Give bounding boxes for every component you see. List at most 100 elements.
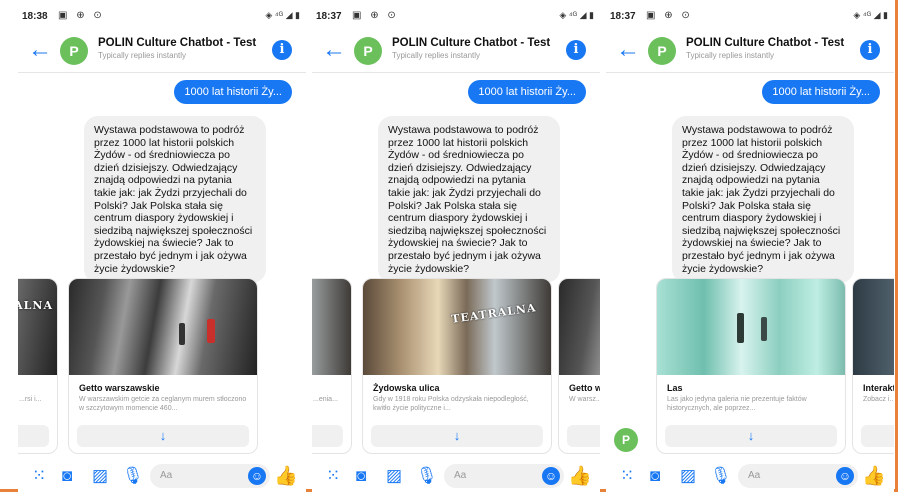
thumbs-up-icon[interactable]: 👍	[862, 464, 886, 488]
smiley-icon[interactable]: ☺	[248, 467, 266, 485]
carousel-card[interactable]: Getto w W warsz... stłoczo... ↓	[558, 278, 600, 454]
image-icon[interactable]: ▨	[386, 466, 402, 486]
message-input[interactable]: Aa ☺	[738, 464, 858, 488]
apps-icon[interactable]: ⁙	[326, 466, 340, 486]
bot-avatar[interactable]: P	[648, 37, 676, 65]
image-icon[interactable]: ▨	[680, 466, 696, 486]
card-subtitle: Zobacz i... stolicy -...	[863, 396, 894, 403]
chat-title-block[interactable]: POLIN Culture Chatbot - Test Typically r…	[392, 37, 550, 60]
card-subtitle: ...rsi i...	[19, 396, 42, 403]
card-image	[69, 279, 257, 375]
card-image	[312, 279, 351, 375]
incoming-message: Wystawa podstawowa to podróż przez 1000 …	[84, 116, 266, 284]
info-icon[interactable]: i	[566, 40, 586, 60]
chat-header: ← P POLIN Culture Chatbot - Test Typical…	[18, 32, 306, 73]
chat-title-block[interactable]: POLIN Culture Chatbot - Test Typically r…	[98, 37, 256, 60]
incoming-message: Wystawa podstawowa to podróż przez 1000 …	[672, 116, 854, 284]
apps-icon[interactable]: ⁙	[32, 466, 46, 486]
card-image-figure	[207, 319, 215, 343]
bot-avatar[interactable]: P	[60, 37, 88, 65]
chat-subtitle: Typically replies instantly	[686, 51, 775, 60]
signal-battery-icons: ◈ ⁴ᴳ ◢ ▮	[559, 10, 594, 20]
card-subtitle: Las jako jedyna galeria nie prezentuje f…	[667, 396, 807, 412]
image-icon[interactable]: ▨	[92, 466, 108, 486]
camera-icon[interactable]: ◙	[356, 466, 366, 486]
chat-title: POLIN Culture Chatbot - Test	[686, 37, 845, 49]
message-input[interactable]: Aa ☺	[150, 464, 270, 488]
chat-title: POLIN Culture Chatbot - Test	[98, 37, 257, 49]
card-image-sign: TEATRALNA	[18, 299, 53, 312]
chat-subtitle: Typically replies instantly	[98, 51, 187, 60]
chat-header: ← P POLIN Culture Chatbot - Test Typical…	[312, 32, 600, 73]
status-bar: 18:37 ▣ ⊕ ⊙ ◈ ⁴ᴳ ◢ ▮	[312, 0, 600, 32]
info-icon[interactable]: i	[272, 40, 292, 60]
microphone-icon[interactable]: 🎙	[710, 466, 732, 486]
card-button[interactable]: ↓	[567, 425, 600, 447]
card-button[interactable]: ↓	[861, 425, 894, 447]
smiley-icon[interactable]: ☺	[542, 467, 560, 485]
notification-icons: ▣ ⊕ ⊙	[58, 10, 105, 21]
card-button[interactable]: ↓	[77, 425, 249, 447]
card-image	[559, 279, 600, 375]
carousel-card[interactable]: ...enia... ↓	[312, 278, 352, 454]
card-subtitle: Gdy w 1918 roku Polska odzyskała niepodl…	[373, 396, 529, 412]
status-bar: 18:37 ▣ ⊕ ⊙ ◈ ⁴ᴳ ◢ ▮	[606, 0, 894, 32]
microphone-icon[interactable]: 🎙	[416, 466, 438, 486]
message-composer: ⁙ ◙ ▨ 🎙 Aa ☺ 👍	[606, 460, 894, 492]
smiley-icon[interactable]: ☺	[836, 467, 854, 485]
card-title: Interakt	[863, 383, 894, 393]
message-composer: ⁙ ◙ ▨ 🎙 Aa ☺ 👍	[312, 460, 600, 492]
outgoing-message: 1000 lat historii Ży...	[762, 80, 880, 104]
chat-header: ← P POLIN Culture Chatbot - Test Typical…	[606, 32, 894, 73]
card-button[interactable]: ↓	[665, 425, 837, 447]
phone-screen-2: 18:37 ▣ ⊕ ⊙ ◈ ⁴ᴳ ◢ ▮ ← P POLIN Culture C…	[312, 0, 600, 492]
camera-icon[interactable]: ◙	[650, 466, 660, 486]
card-title: Las	[667, 383, 683, 393]
card-button[interactable]: ↓	[312, 425, 343, 447]
chat-title-block[interactable]: POLIN Culture Chatbot - Test Typically r…	[686, 37, 844, 60]
card-carousel[interactable]: TEATRALNA ...rsi i... ↓ Getto warszawski…	[18, 278, 306, 454]
card-title: Getto warszawskie	[79, 383, 160, 393]
carousel-card[interactable]: Getto warszawskie W warszawskim getcie z…	[68, 278, 258, 454]
card-image-figure	[761, 317, 767, 341]
message-composer: ⁙ ◙ ▨ 🎙 Aa ☺ 👍	[18, 460, 306, 492]
back-arrow-icon[interactable]: ←	[322, 36, 346, 64]
phone-screen-1: 18:38 ▣ ⊕ ⊙ ◈ ⁴ᴳ ◢ ▮ ← P POLIN Culture C…	[18, 0, 306, 492]
card-button[interactable]: ↓	[371, 425, 543, 447]
card-image: TEATRALNA	[18, 279, 57, 375]
card-image	[657, 279, 845, 375]
arrow-down-icon: ↓	[453, 428, 461, 443]
outgoing-message: 1000 lat historii Ży...	[174, 80, 292, 104]
carousel-card[interactable]: TEATRALNA ...rsi i... ↓	[18, 278, 58, 454]
status-bar: 18:38 ▣ ⊕ ⊙ ◈ ⁴ᴳ ◢ ▮	[18, 0, 306, 32]
thumbs-up-icon[interactable]: 👍	[568, 464, 592, 488]
card-image-sign: TEATRALNA	[450, 301, 538, 326]
card-carousel[interactable]: ...enia... ↓ TEATRALNA Żydowska ulica Gd…	[312, 278, 600, 454]
carousel-card[interactable]: Las Las jako jedyna galeria nie prezentu…	[656, 278, 846, 454]
status-time: 18:37	[316, 11, 342, 22]
bot-avatar[interactable]: P	[354, 37, 382, 65]
carousel-card[interactable]: Interakt Zobacz i... stolicy -... ↓	[852, 278, 894, 454]
card-image-figure	[179, 323, 185, 345]
notification-icons: ▣ ⊕ ⊙	[352, 10, 399, 21]
back-arrow-icon[interactable]: ←	[616, 36, 640, 64]
back-arrow-icon[interactable]: ←	[28, 36, 52, 64]
card-title: Getto w	[569, 383, 600, 393]
card-subtitle: ...enia...	[313, 396, 338, 403]
microphone-icon[interactable]: 🎙	[122, 466, 144, 486]
card-carousel[interactable]: Las Las jako jedyna galeria nie prezentu…	[606, 278, 894, 454]
card-image: TEATRALNA	[363, 279, 551, 375]
message-input[interactable]: Aa ☺	[444, 464, 564, 488]
status-time: 18:38	[22, 11, 48, 22]
signal-battery-icons: ◈ ⁴ᴳ ◢ ▮	[853, 10, 888, 20]
apps-icon[interactable]: ⁙	[620, 466, 634, 486]
info-icon[interactable]: i	[860, 40, 880, 60]
thumbs-up-icon[interactable]: 👍	[274, 464, 298, 488]
arrow-down-icon: ↓	[747, 428, 755, 443]
message-input-placeholder: Aa	[160, 470, 173, 481]
camera-icon[interactable]: ◙	[62, 466, 72, 486]
status-time: 18:37	[610, 11, 636, 22]
chat-title: POLIN Culture Chatbot - Test	[392, 37, 551, 49]
carousel-card[interactable]: TEATRALNA Żydowska ulica Gdy w 1918 roku…	[362, 278, 552, 454]
card-button[interactable]: ↓	[18, 425, 49, 447]
